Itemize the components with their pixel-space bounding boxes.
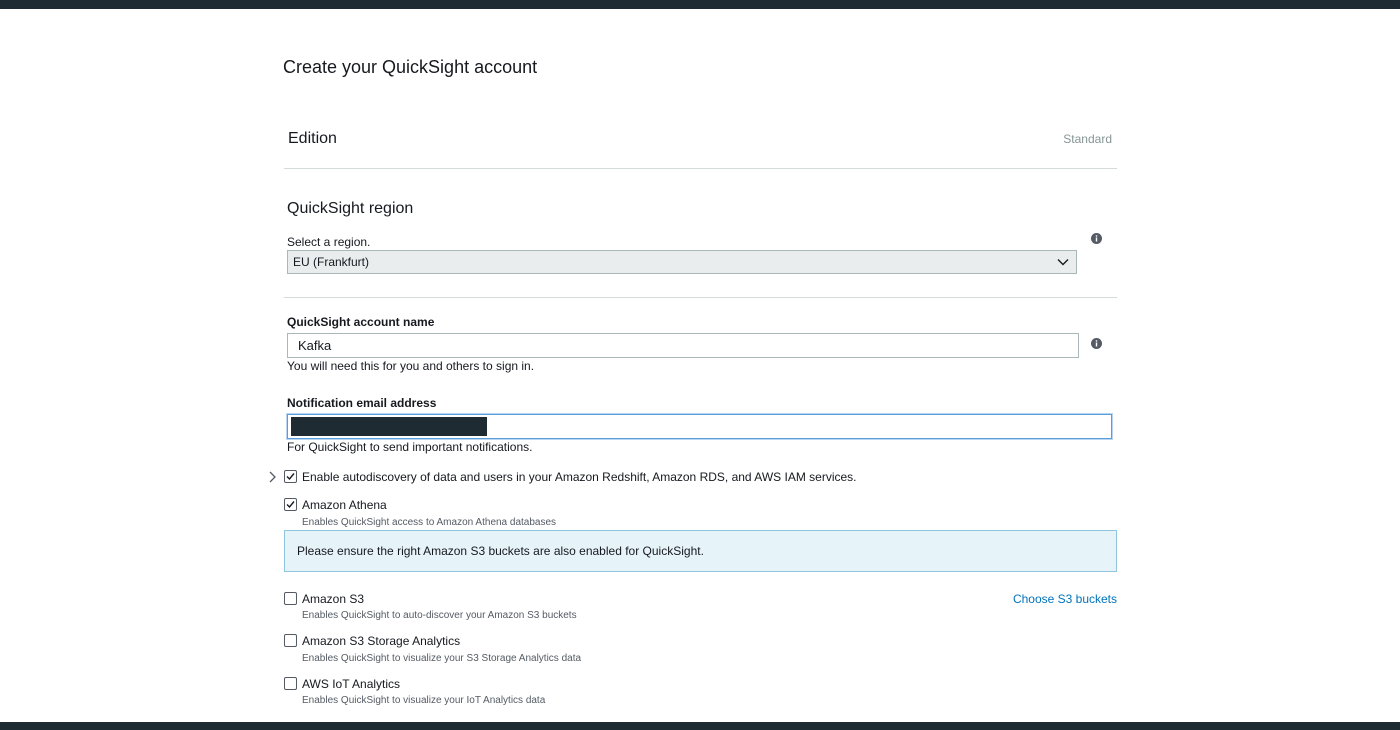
- region-selected-value: EU (Frankfurt): [293, 255, 370, 269]
- s3-checkbox[interactable]: [284, 592, 297, 605]
- edition-label: Edition: [288, 130, 337, 147]
- choose-s3-buckets-link[interactable]: Choose S3 buckets: [1013, 592, 1117, 606]
- edition-value: Standard: [1063, 132, 1112, 146]
- athena-description: Enables QuickSight access to Amazon Athe…: [302, 517, 557, 528]
- s3-storage-analytics-checkbox[interactable]: [284, 634, 297, 647]
- redacted-email: [291, 417, 487, 436]
- account-name-hint: You will need this for you and others to…: [287, 359, 535, 373]
- chevron-down-icon: [1057, 259, 1069, 266]
- athena-label: Amazon Athena: [302, 498, 387, 512]
- athena-checkbox[interactable]: [284, 498, 297, 511]
- chevron-right-icon[interactable]: [268, 471, 276, 483]
- email-input[interactable]: [287, 414, 1112, 439]
- s3-label: Amazon S3: [302, 592, 365, 606]
- iot-analytics-checkbox[interactable]: [284, 677, 297, 690]
- s3-description: Enables QuickSight to auto-discover your…: [302, 610, 577, 621]
- divider: [284, 297, 1117, 298]
- iot-analytics-description: Enables QuickSight to visualize your IoT…: [302, 695, 546, 706]
- account-name-label: QuickSight account name: [287, 315, 435, 329]
- info-icon[interactable]: [1091, 233, 1102, 244]
- region-select-label: Select a region.: [287, 235, 371, 249]
- region-section-title: QuickSight region: [287, 200, 414, 217]
- s3-storage-analytics-description: Enables QuickSight to visualize your S3 …: [302, 653, 582, 664]
- s3-info-alert: Please ensure the right Amazon S3 bucket…: [284, 530, 1117, 572]
- email-hint: For QuickSight to send important notific…: [287, 440, 533, 454]
- region-select[interactable]: EU (Frankfurt): [287, 250, 1077, 274]
- check-icon: [286, 501, 295, 509]
- account-name-input[interactable]: Kafka: [287, 333, 1079, 358]
- top-bar: [0, 0, 1400, 9]
- account-name-value: Kafka: [298, 338, 332, 353]
- info-icon[interactable]: [1091, 338, 1102, 349]
- autodiscovery-checkbox[interactable]: [284, 470, 297, 483]
- iot-analytics-label: AWS IoT Analytics: [302, 677, 401, 691]
- autodiscovery-label: Enable autodiscovery of data and users i…: [302, 470, 857, 484]
- divider: [284, 168, 1117, 169]
- check-icon: [286, 473, 295, 481]
- s3-storage-analytics-label: Amazon S3 Storage Analytics: [302, 634, 461, 648]
- bottom-bar: [0, 722, 1400, 730]
- page-title: Create your QuickSight account: [283, 57, 538, 77]
- email-label: Notification email address: [287, 396, 437, 410]
